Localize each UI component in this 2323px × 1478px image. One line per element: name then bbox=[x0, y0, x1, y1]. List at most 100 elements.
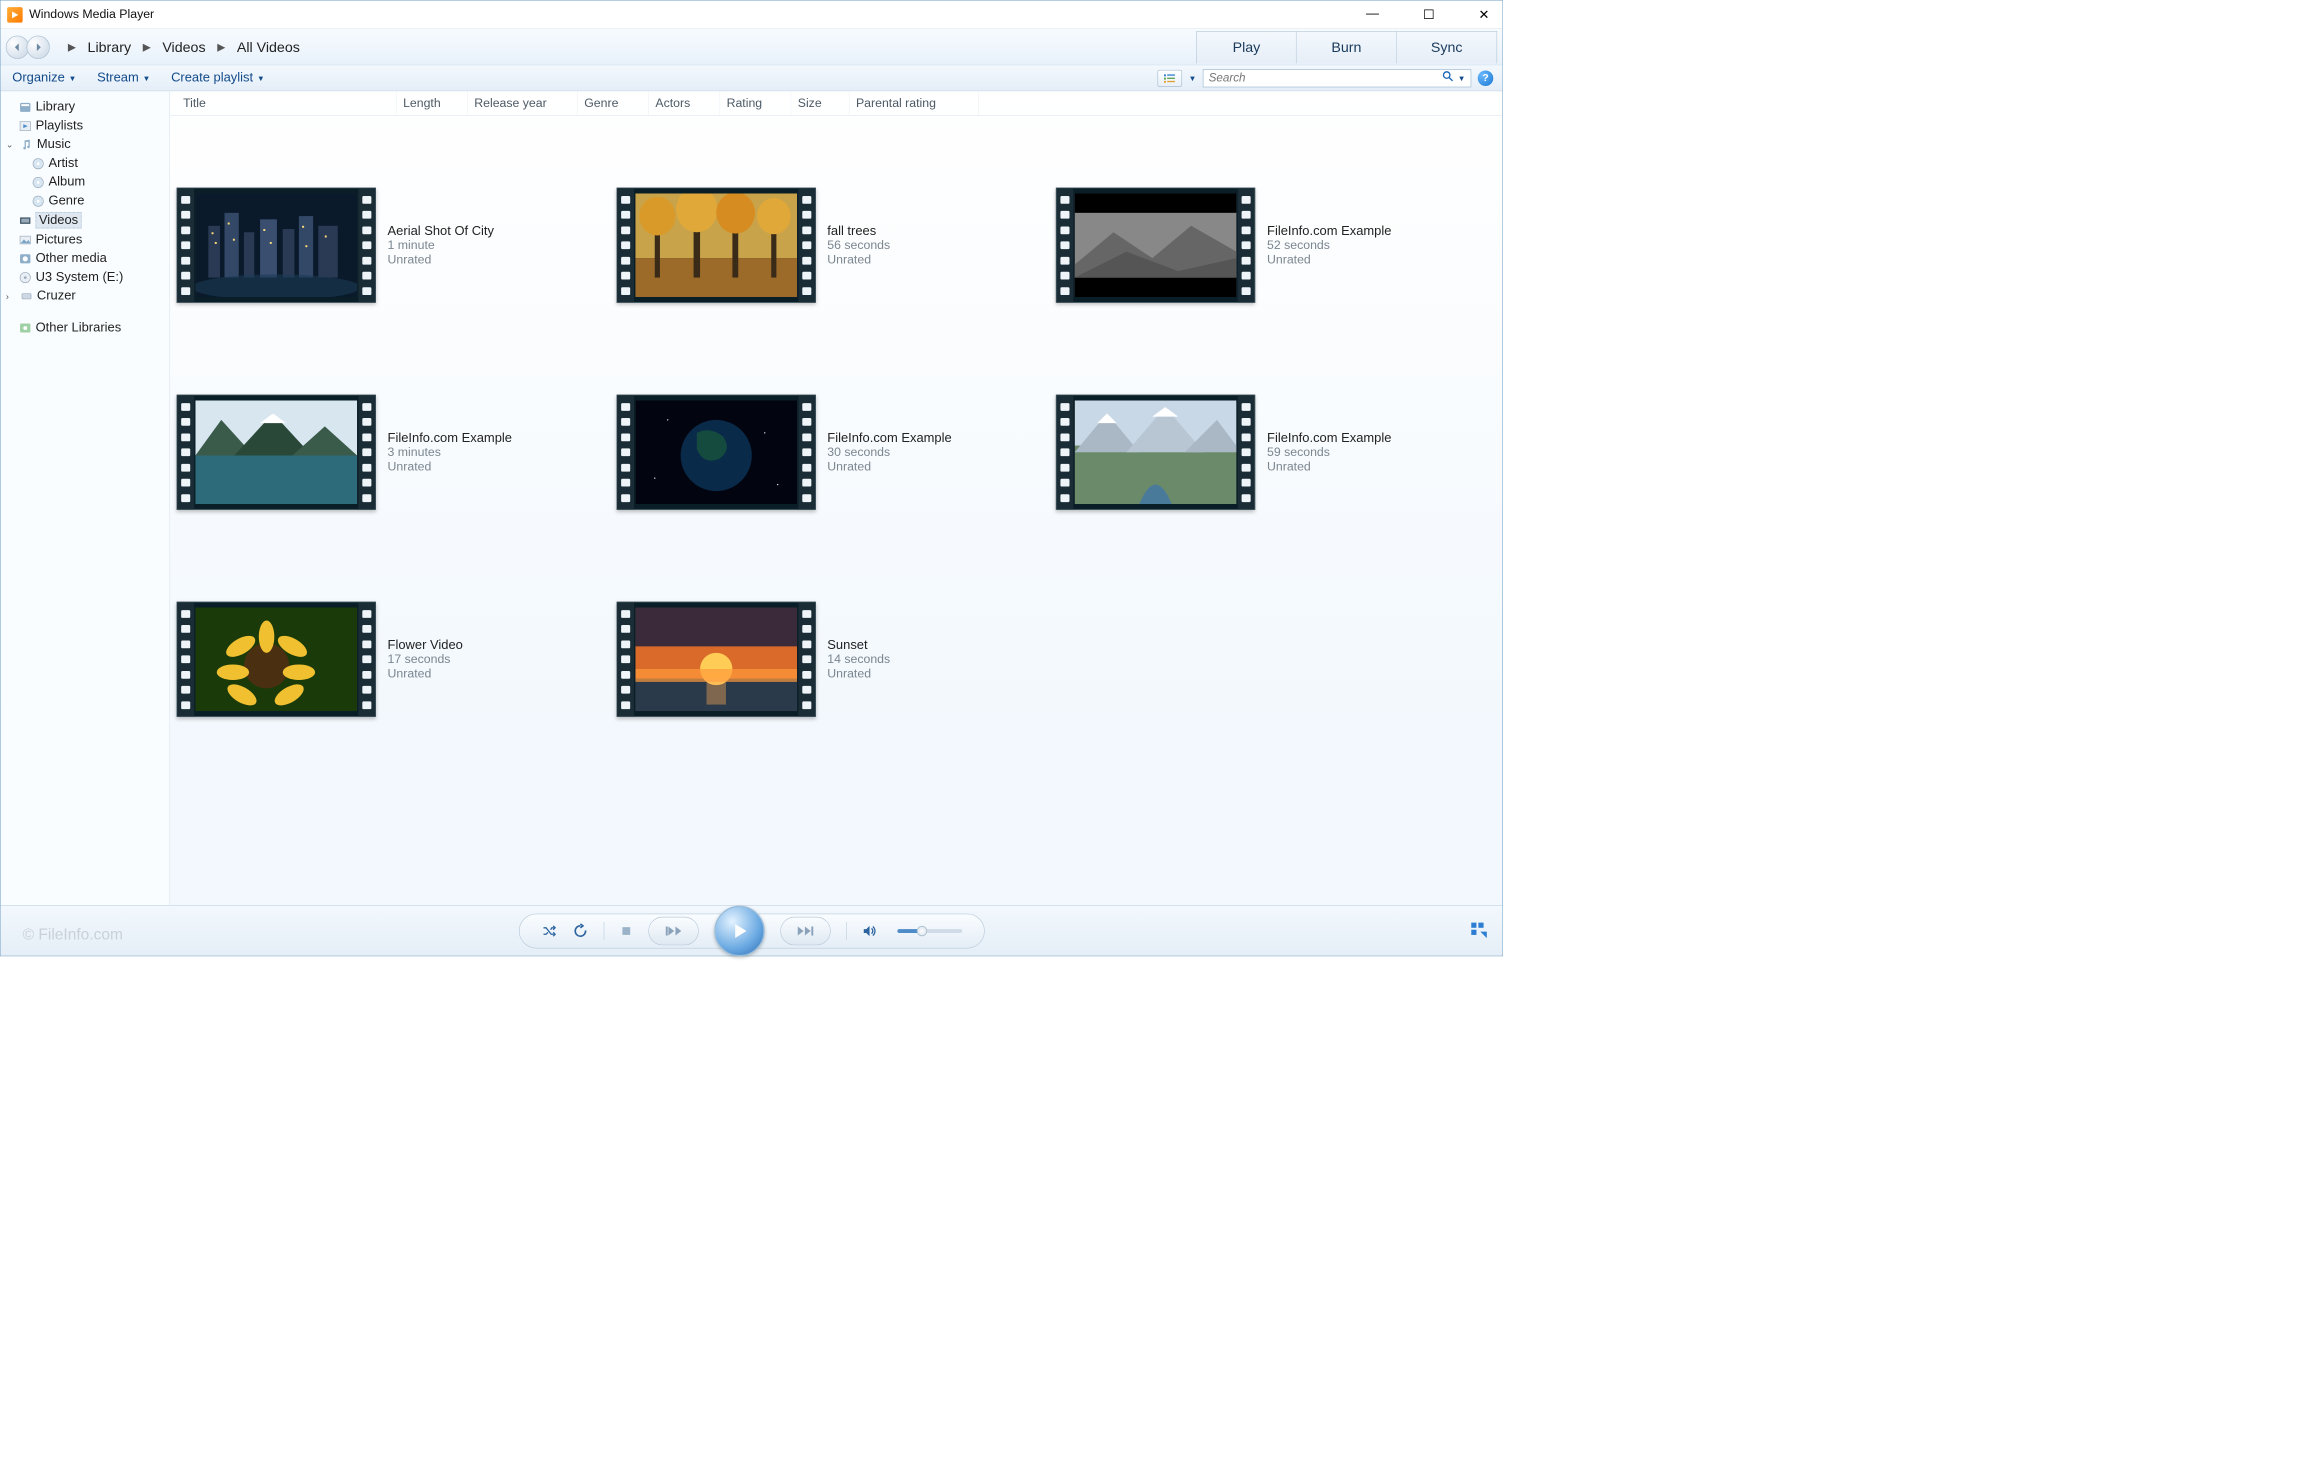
video-item[interactable]: FileInfo.com Example 30 seconds Unrated bbox=[616, 349, 1056, 556]
tab-sync[interactable]: Sync bbox=[1397, 31, 1497, 63]
forward-button[interactable] bbox=[27, 35, 50, 58]
app-icon bbox=[7, 7, 23, 23]
col-actors[interactable]: Actors bbox=[649, 91, 720, 115]
sidebar-item-videos[interactable]: Videos bbox=[1, 210, 170, 230]
sidebar-item-u3[interactable]: U3 System (E:) bbox=[1, 268, 170, 287]
sidebar-item-other-libraries[interactable]: Other Libraries bbox=[1, 318, 170, 337]
stop-button[interactable] bbox=[620, 924, 633, 937]
film-sprocket bbox=[617, 602, 634, 716]
caret-down-icon: ⌄ bbox=[6, 139, 16, 150]
main-area: Library Playlists ⌄ Music bbox=[1, 91, 1503, 905]
create-playlist-menu[interactable]: Create playlist▼ bbox=[171, 71, 265, 86]
shuffle-button[interactable] bbox=[541, 923, 557, 939]
tab-burn[interactable]: Burn bbox=[1297, 31, 1397, 63]
separator bbox=[603, 922, 604, 940]
col-parental[interactable]: Parental rating bbox=[850, 91, 979, 115]
switch-to-now-playing-button[interactable] bbox=[1470, 921, 1488, 942]
view-options-button[interactable] bbox=[1158, 70, 1183, 87]
film-sprocket bbox=[177, 395, 194, 509]
sidebar-item-other-media[interactable]: Other media bbox=[1, 249, 170, 268]
breadcrumb-sep-icon: ▶ bbox=[143, 40, 151, 53]
other-media-icon bbox=[19, 252, 32, 265]
video-meta: Aerial Shot Of City 1 minute Unrated bbox=[388, 224, 494, 267]
col-title[interactable]: Title bbox=[177, 91, 397, 115]
video-item[interactable]: Aerial Shot Of City 1 minute Unrated bbox=[177, 142, 617, 349]
next-button[interactable] bbox=[780, 916, 830, 944]
sidebar-item-music[interactable]: ⌄ Music bbox=[1, 135, 170, 154]
breadcrumb-item[interactable]: Library bbox=[88, 38, 132, 55]
video-item[interactable]: fall trees 56 seconds Unrated bbox=[616, 142, 1056, 349]
titlebar: Windows Media Player — ☐ ✕ bbox=[1, 1, 1503, 29]
col-release-year[interactable]: Release year bbox=[468, 91, 578, 115]
pictures-icon bbox=[19, 233, 32, 246]
search-input[interactable] bbox=[1209, 71, 1443, 85]
video-title: FileInfo.com Example bbox=[388, 431, 512, 446]
video-title: Sunset bbox=[827, 638, 890, 653]
video-item[interactable]: Flower Video 17 seconds Unrated bbox=[177, 556, 617, 763]
video-thumbnail bbox=[616, 188, 815, 303]
film-sprocket bbox=[1238, 395, 1255, 509]
video-rating: Unrated bbox=[1267, 253, 1391, 267]
search-dropdown[interactable]: ▼ bbox=[1458, 73, 1466, 82]
watermark: © FileInfo.com bbox=[23, 926, 123, 944]
maximize-button[interactable]: ☐ bbox=[1416, 4, 1441, 25]
video-length: 3 minutes bbox=[388, 445, 512, 459]
view-options-dropdown[interactable]: ▼ bbox=[1189, 73, 1197, 82]
breadcrumb-item[interactable]: Videos bbox=[162, 38, 205, 55]
video-title: FileInfo.com Example bbox=[1267, 431, 1391, 446]
video-rating: Unrated bbox=[388, 253, 494, 267]
chevron-down-icon: ▼ bbox=[69, 73, 77, 82]
volume-knob[interactable] bbox=[916, 926, 926, 936]
previous-button[interactable] bbox=[648, 916, 698, 944]
col-length[interactable]: Length bbox=[397, 91, 468, 115]
caret-right-icon: › bbox=[6, 291, 16, 301]
video-meta: Sunset 14 seconds Unrated bbox=[827, 638, 890, 681]
minimize-button[interactable]: — bbox=[1360, 4, 1386, 25]
play-button[interactable] bbox=[714, 905, 764, 955]
sidebar-item-artist[interactable]: Artist bbox=[1, 154, 170, 173]
sidebar-item-album[interactable]: Album bbox=[1, 173, 170, 192]
tab-play[interactable]: Play bbox=[1196, 31, 1296, 63]
film-sprocket bbox=[177, 188, 194, 302]
disc-icon bbox=[32, 176, 45, 189]
video-item[interactable]: FileInfo.com Example 3 minutes Unrated bbox=[177, 349, 617, 556]
col-rating[interactable]: Rating bbox=[720, 91, 791, 115]
stream-menu[interactable]: Stream▼ bbox=[97, 71, 150, 86]
col-size[interactable]: Size bbox=[791, 91, 849, 115]
search-icon[interactable] bbox=[1442, 71, 1454, 86]
repeat-button[interactable] bbox=[572, 923, 588, 939]
video-title: Aerial Shot Of City bbox=[388, 224, 494, 239]
sidebar-item-cruzer[interactable]: › Cruzer bbox=[1, 287, 170, 306]
video-item[interactable]: Sunset 14 seconds Unrated bbox=[616, 556, 1056, 763]
video-item[interactable]: FileInfo.com Example 52 seconds Unrated bbox=[1056, 142, 1496, 349]
video-grid: Aerial Shot Of City 1 minute Unrated fal… bbox=[170, 116, 1502, 905]
video-length: 17 seconds bbox=[388, 652, 463, 666]
volume-fill bbox=[897, 929, 918, 933]
sidebar: Library Playlists ⌄ Music bbox=[1, 91, 171, 905]
sidebar-item-playlists[interactable]: Playlists bbox=[1, 116, 170, 135]
drive-icon bbox=[19, 271, 32, 284]
video-item[interactable]: FileInfo.com Example 59 seconds Unrated bbox=[1056, 349, 1496, 556]
video-length: 1 minute bbox=[388, 238, 494, 252]
player-bar: © FileInfo.com bbox=[1, 905, 1503, 955]
mute-button[interactable] bbox=[862, 924, 876, 938]
organize-menu[interactable]: Organize▼ bbox=[12, 71, 76, 86]
col-genre[interactable]: Genre bbox=[578, 91, 649, 115]
film-sprocket bbox=[1057, 395, 1074, 509]
volume-slider[interactable] bbox=[897, 929, 962, 933]
close-button[interactable]: ✕ bbox=[1472, 4, 1496, 25]
video-thumbnail bbox=[1056, 395, 1255, 510]
video-thumbnail bbox=[1056, 188, 1255, 303]
video-title: fall trees bbox=[827, 224, 890, 239]
mode-tabs: Play Burn Sync bbox=[1196, 31, 1497, 63]
film-sprocket bbox=[358, 395, 375, 509]
video-thumbnail bbox=[616, 395, 815, 510]
breadcrumb-item[interactable]: All Videos bbox=[237, 38, 300, 55]
sidebar-item-genre[interactable]: Genre bbox=[1, 192, 170, 211]
sidebar-item-pictures[interactable]: Pictures bbox=[1, 230, 170, 249]
disc-icon bbox=[32, 157, 45, 170]
sidebar-item-library[interactable]: Library bbox=[1, 98, 170, 117]
help-icon[interactable]: ? bbox=[1478, 70, 1494, 86]
search-box[interactable]: ▼ bbox=[1203, 69, 1472, 87]
video-rating: Unrated bbox=[388, 667, 463, 681]
